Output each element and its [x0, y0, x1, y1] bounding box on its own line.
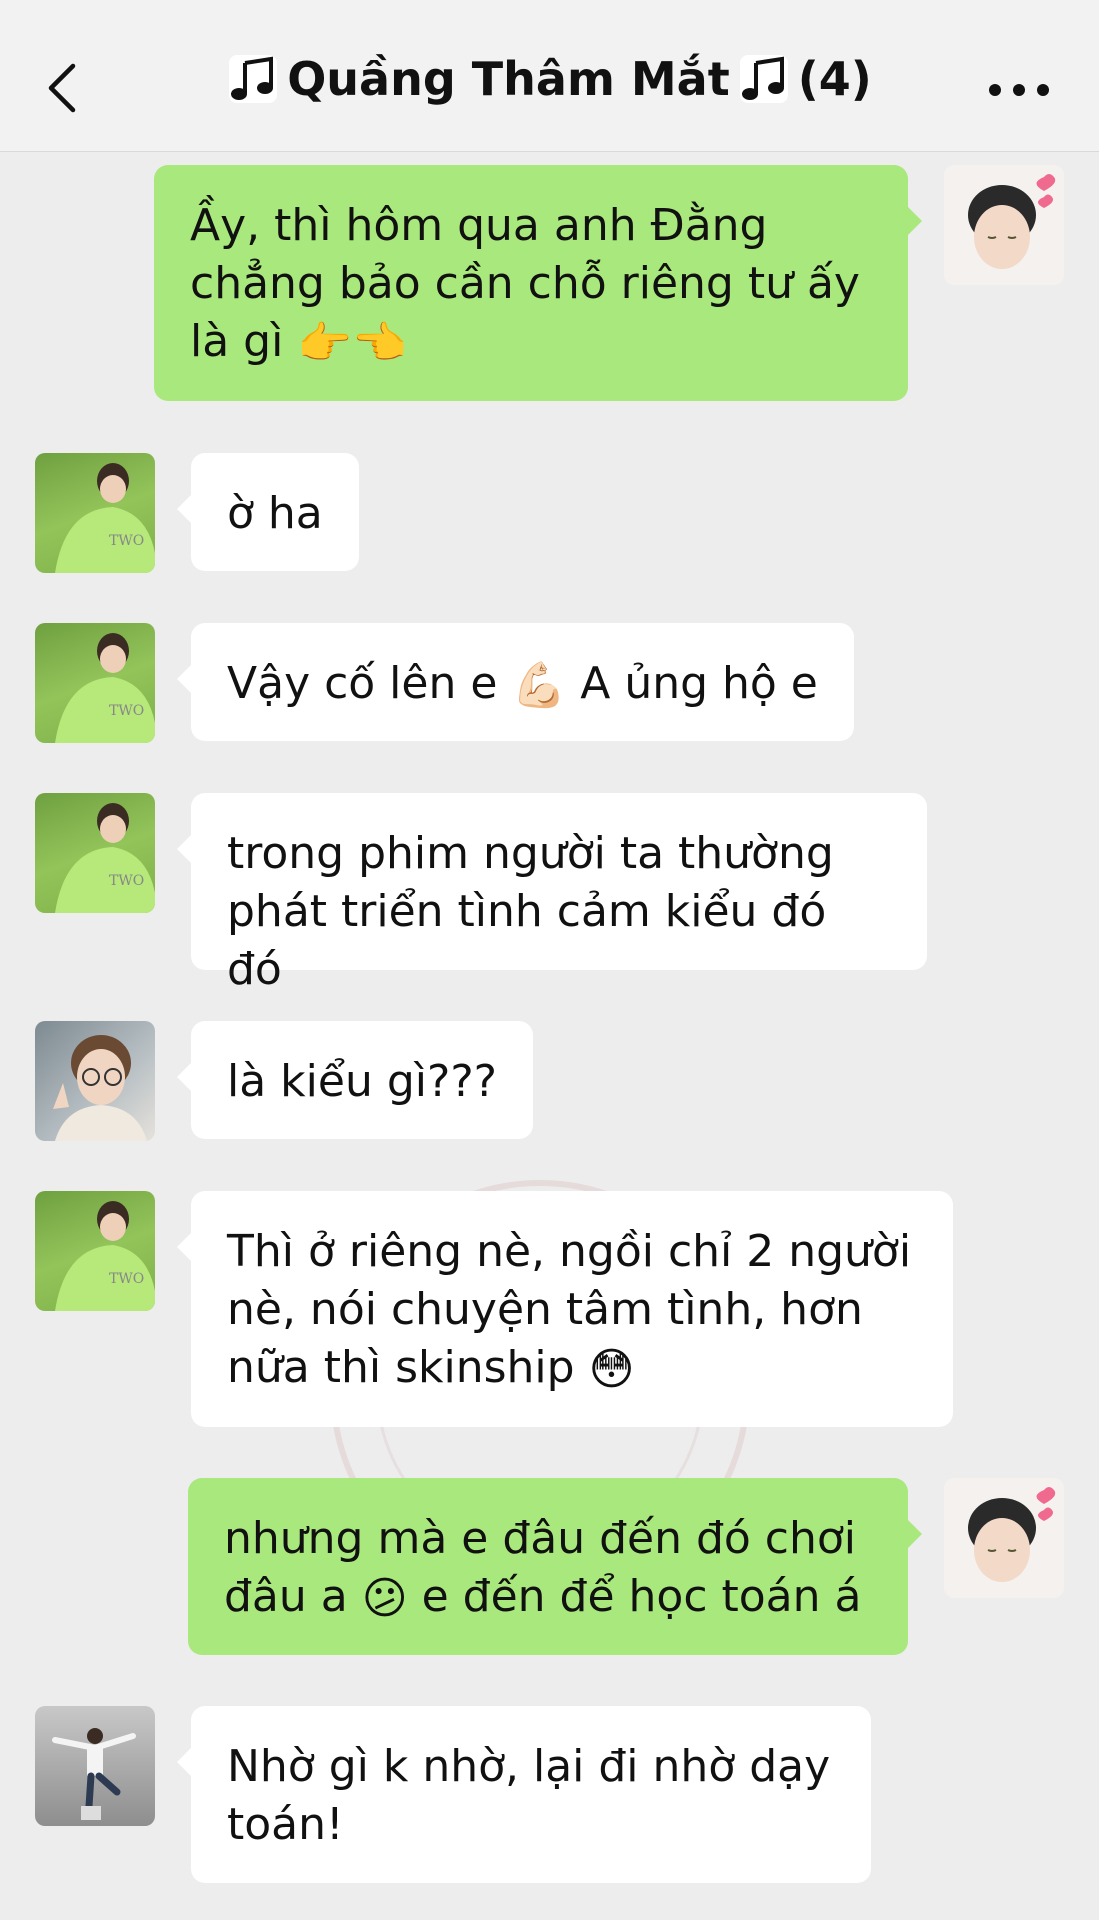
- avatar-standing[interactable]: [35, 1706, 155, 1826]
- message-bubble-incoming[interactable]: ờ ha: [177, 453, 359, 571]
- message-bubble-incoming[interactable]: Vậy cố lên e 💪🏻 A ủng hộ e: [177, 623, 854, 741]
- message-text-after: A ủng hộ e: [580, 658, 818, 709]
- avatar-green-shirt[interactable]: TWO: [35, 623, 155, 743]
- avatar-self[interactable]: [944, 1478, 1064, 1598]
- avatar-glasses[interactable]: [35, 1021, 155, 1141]
- music-note-icon: [229, 54, 278, 103]
- message-text: là kiểu gì???: [227, 1056, 498, 1107]
- back-button[interactable]: [40, 56, 84, 120]
- message-text: Vậy cố lên e: [227, 658, 498, 709]
- message-bubble-incoming[interactable]: Nhờ gì k nhờ, lại đi nhờ dạy toán!: [177, 1706, 871, 1883]
- chat-screen: Quầng Thâm Mắt (4) Ầy, thì hôm qua anh Đ…: [0, 0, 1099, 1920]
- avatar-green-shirt[interactable]: TWO: [35, 453, 155, 573]
- svg-text:TWO: TWO: [109, 703, 144, 719]
- more-dot-icon: [1037, 84, 1049, 96]
- message-bubble-incoming[interactable]: Thì ở riêng nè, ngồi chỉ 2 người nè, nói…: [177, 1191, 953, 1427]
- flexed-biceps-emoji: 💪🏻: [511, 660, 567, 711]
- message-bubble-outgoing[interactable]: nhưng mà e đâu đến đó chơi đâu a 😕 e đến…: [188, 1478, 922, 1655]
- pointing-fingers-emoji: 👉👈: [297, 318, 407, 369]
- svg-text:TWO: TWO: [109, 1271, 144, 1287]
- avatar-green-shirt[interactable]: TWO: [35, 1191, 155, 1311]
- svg-text:TWO: TWO: [109, 533, 144, 549]
- message-text: ờ ha: [227, 488, 323, 539]
- chevron-left-icon: [48, 63, 76, 113]
- chat-title: Quầng Thâm Mắt (4): [227, 52, 872, 106]
- group-name: Quầng Thâm Mắt: [287, 51, 730, 106]
- more-dot-icon: [989, 84, 1001, 96]
- message-text-after: e đến để học toán á: [421, 1571, 862, 1622]
- message-bubble-outgoing[interactable]: Ầy, thì hôm qua anh Đằng chẳng bảo cần c…: [154, 165, 922, 401]
- message-text: trong phim người ta thường phát triển tì…: [227, 828, 834, 995]
- more-options-button[interactable]: [989, 70, 1049, 110]
- avatar-self[interactable]: [944, 165, 1064, 285]
- message-bubble-incoming[interactable]: là kiểu gì???: [176, 1021, 534, 1139]
- music-note-icon: [739, 54, 788, 103]
- message-text: Ầy, thì hôm qua anh Đằng chẳng bảo cần c…: [190, 200, 860, 367]
- confused-face-emoji: 😕: [361, 1573, 408, 1624]
- message-text: Thì ở riêng nè, ngồi chỉ 2 người nè, nói…: [227, 1226, 912, 1393]
- flushed-face-emoji: 😳: [588, 1344, 635, 1395]
- more-dot-icon: [1013, 84, 1025, 96]
- chat-header: Quầng Thâm Mắt (4): [0, 0, 1099, 152]
- member-count: (4): [797, 51, 872, 106]
- message-bubble-incoming[interactable]: trong phim người ta thường phát triển tì…: [177, 793, 927, 995]
- avatar-green-shirt[interactable]: TWO: [35, 793, 155, 913]
- svg-text:TWO: TWO: [109, 873, 144, 889]
- message-text: Nhờ gì k nhờ, lại đi nhờ dạy toán!: [227, 1741, 831, 1850]
